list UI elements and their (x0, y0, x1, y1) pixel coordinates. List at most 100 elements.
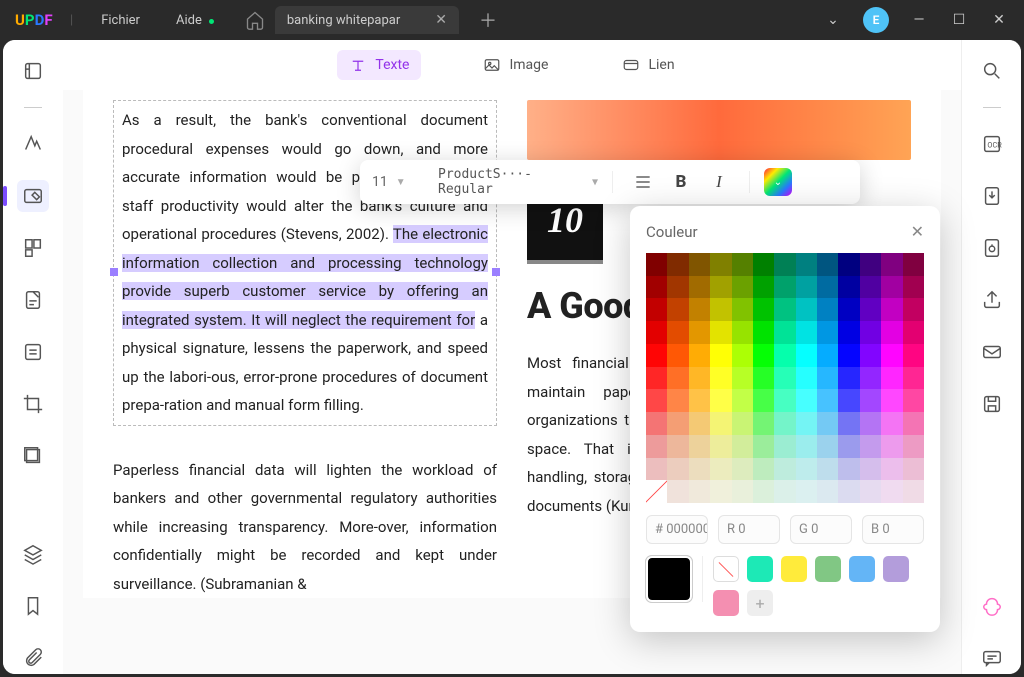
color-cell[interactable] (774, 321, 795, 344)
color-cell[interactable] (796, 367, 817, 390)
color-cell[interactable] (881, 344, 902, 367)
color-cell[interactable] (838, 298, 859, 321)
bookmark-icon[interactable] (17, 590, 49, 622)
hex-input[interactable]: # 000000 (646, 515, 708, 544)
color-cell[interactable] (710, 458, 731, 481)
color-cell[interactable] (689, 367, 710, 390)
color-cell[interactable] (881, 253, 902, 276)
chevron-down-icon[interactable]: ⌄ (823, 12, 843, 28)
color-cell[interactable] (838, 480, 859, 503)
color-cell[interactable] (774, 253, 795, 276)
email-icon[interactable] (976, 336, 1008, 368)
color-cell[interactable] (753, 412, 774, 435)
color-cell[interactable] (860, 480, 881, 503)
color-cell[interactable] (903, 276, 924, 299)
preset-swatch[interactable] (883, 556, 909, 582)
search-icon[interactable] (976, 55, 1008, 87)
color-cell[interactable] (667, 367, 688, 390)
color-cell[interactable] (903, 435, 924, 458)
color-cell[interactable] (667, 389, 688, 412)
color-cell[interactable] (732, 480, 753, 503)
color-cell[interactable] (667, 344, 688, 367)
color-cell[interactable] (796, 276, 817, 299)
edit-tab-text[interactable]: Texte (337, 50, 421, 80)
color-cell[interactable] (881, 480, 902, 503)
preset-swatch[interactable] (849, 556, 875, 582)
attachment-icon[interactable] (17, 642, 49, 674)
color-cell[interactable] (796, 298, 817, 321)
color-cell[interactable] (796, 321, 817, 344)
color-cell[interactable] (710, 276, 731, 299)
color-cell[interactable] (753, 321, 774, 344)
color-cell[interactable] (689, 321, 710, 344)
color-cell[interactable] (667, 298, 688, 321)
share-icon[interactable] (976, 284, 1008, 316)
color-cell[interactable] (689, 276, 710, 299)
crop-icon[interactable] (17, 388, 49, 420)
r-input[interactable]: R 0 (718, 515, 780, 544)
color-cell[interactable] (796, 435, 817, 458)
color-cell[interactable] (860, 298, 881, 321)
color-cell[interactable] (903, 458, 924, 481)
color-cell[interactable] (753, 344, 774, 367)
color-cell[interactable] (732, 253, 753, 276)
g-input[interactable]: G 0 (790, 515, 852, 544)
color-cell[interactable] (667, 321, 688, 344)
color-cell[interactable] (817, 480, 838, 503)
color-cell[interactable] (732, 389, 753, 412)
color-cell[interactable] (774, 344, 795, 367)
color-cell[interactable] (667, 458, 688, 481)
tab-home[interactable] (240, 5, 270, 35)
color-cell[interactable] (646, 480, 667, 503)
color-cell[interactable] (646, 253, 667, 276)
color-grid[interactable] (646, 253, 924, 503)
menu-help[interactable]: Aide (158, 13, 220, 28)
annotate-icon[interactable] (17, 128, 49, 160)
color-cell[interactable] (710, 412, 731, 435)
color-cell[interactable] (710, 298, 731, 321)
color-cell[interactable] (732, 367, 753, 390)
color-cell[interactable] (732, 276, 753, 299)
preset-swatch[interactable] (713, 590, 739, 616)
color-cell[interactable] (646, 458, 667, 481)
font-family-select[interactable]: ProductS···-Regular▼ (438, 167, 598, 197)
color-cell[interactable] (903, 321, 924, 344)
color-cell[interactable] (689, 344, 710, 367)
color-cell[interactable] (838, 344, 859, 367)
color-cell[interactable] (774, 435, 795, 458)
color-cell[interactable] (881, 412, 902, 435)
form-icon[interactable] (17, 284, 49, 316)
color-cell[interactable] (753, 298, 774, 321)
color-cell[interactable] (903, 480, 924, 503)
font-size-select[interactable]: 11▼ (372, 174, 432, 190)
color-cell[interactable] (732, 298, 753, 321)
redact-icon[interactable] (17, 336, 49, 368)
color-cell[interactable] (838, 435, 859, 458)
color-cell[interactable] (903, 367, 924, 390)
save-icon[interactable] (976, 388, 1008, 420)
tab-add-button[interactable]: ＋ (479, 7, 497, 33)
color-cell[interactable] (860, 458, 881, 481)
color-cell[interactable] (753, 389, 774, 412)
color-cell[interactable] (774, 480, 795, 503)
color-cell[interactable] (667, 435, 688, 458)
edit-tab-link[interactable]: Lien (610, 50, 686, 80)
tab-document[interactable]: banking whitepapar ✕ (275, 6, 459, 34)
color-cell[interactable] (689, 435, 710, 458)
color-cell[interactable] (817, 458, 838, 481)
color-cell[interactable] (817, 367, 838, 390)
color-cell[interactable] (710, 321, 731, 344)
text-edit-box[interactable]: As a result, the bank's conventional doc… (113, 100, 497, 426)
color-cell[interactable] (667, 412, 688, 435)
color-cell[interactable] (860, 389, 881, 412)
color-cell[interactable] (753, 367, 774, 390)
compress-icon[interactable] (17, 440, 49, 472)
color-cell[interactable] (689, 458, 710, 481)
color-cell[interactable] (646, 367, 667, 390)
color-cell[interactable] (817, 389, 838, 412)
color-cell[interactable] (903, 344, 924, 367)
color-cell[interactable] (753, 276, 774, 299)
color-cell[interactable] (817, 298, 838, 321)
color-cell[interactable] (860, 435, 881, 458)
color-cell[interactable] (710, 435, 731, 458)
